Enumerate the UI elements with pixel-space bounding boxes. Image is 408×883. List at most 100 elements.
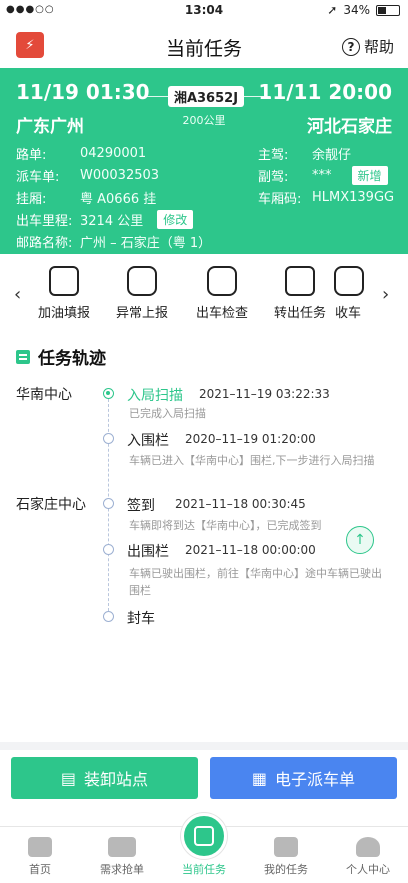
codriver-label: 副驾: (258, 170, 289, 185)
event-title: 出围栏 (127, 544, 169, 560)
nav-bar: ⚡ 当前任务 ? 帮助 (0, 22, 408, 68)
scroll-top-button[interactable]: ↑ (346, 526, 374, 554)
codriver-row: 副驾: *** 新增 (258, 166, 388, 185)
tab-label: 需求抢单 (100, 863, 144, 876)
transfer-task-button[interactable]: 转出任务 (264, 266, 336, 321)
truck-icon (108, 837, 136, 857)
exception-report-label: 异常上报 (115, 306, 168, 321)
grid-icon: ▦ (251, 768, 268, 788)
tasks-icon (274, 837, 298, 857)
event-time: 2020–11–19 01:20:00 (185, 432, 316, 446)
timeline-node-active (103, 388, 114, 399)
task-track-header: 任务轨迹 (16, 344, 106, 369)
edit-mileage-button[interactable]: 修改 (157, 210, 194, 229)
tab-current-task[interactable]: 当前任务 (164, 813, 244, 877)
route-no-row: 路单: 04290001 (16, 144, 146, 163)
help-icon: ? (341, 37, 360, 56)
receive-vehicle-label: 收车 (334, 306, 361, 321)
event-title: 入围栏 (127, 433, 169, 449)
help-button[interactable]: ? 帮助 (341, 36, 394, 57)
driver-label: 主驾: (258, 148, 289, 163)
home-icon (28, 837, 52, 857)
event-desc: 车辆已驶出围栏，前往【华南中心】途中车辆已驶出围栏 (129, 567, 382, 597)
codriver-value: *** (312, 168, 332, 183)
driver-row: 主驾: 余靓仔 (258, 144, 351, 163)
carriage-label: 车厢码: (258, 192, 302, 207)
truck-alert-icon (127, 266, 157, 296)
fuel-report-button[interactable]: 加油填报 (28, 266, 100, 321)
timeline-node (103, 498, 114, 509)
list-icon (16, 349, 30, 364)
vehicle-check-button[interactable]: 出车检查 (186, 266, 258, 321)
tab-profile[interactable]: 个人中心 (328, 837, 408, 877)
event-time: 2021–11–18 00:30:45 (175, 497, 306, 511)
tab-home[interactable]: 首页 (0, 837, 80, 877)
tab-label: 当前任务 (182, 863, 226, 876)
trailer-label: 挂厢: (16, 192, 47, 207)
timeline-node (103, 433, 114, 444)
event-desc: 已完成入局扫描 (129, 407, 206, 420)
tab-label: 首页 (29, 863, 51, 876)
exception-report-button[interactable]: 异常上报 (106, 266, 178, 321)
tab-label: 我的任务 (264, 863, 308, 876)
battery-icon (376, 4, 400, 16)
plate-badge: 湘A3652J (168, 86, 244, 107)
truck-icon (334, 266, 364, 296)
trailer-value: 粤 A0666 挂 (80, 192, 157, 207)
bus-icon (181, 813, 227, 859)
task-track-title: 任务轨迹 (38, 349, 106, 369)
dispatch-row: 派车单: W00032503 (16, 166, 159, 185)
task-track-section: 任务轨迹 华南中心 石家庄中心 入局扫描 2021–11–19 03:22:33… (0, 330, 408, 742)
hub-label: 石家庄中心 (16, 497, 86, 513)
action-bar: ‹ 加油填报 异常上报 出车检查 转出任务 收车 › (0, 254, 408, 330)
carriage-row: 车厢码: HLMX139GG (258, 188, 394, 207)
tab-grab-orders[interactable]: 需求抢单 (82, 837, 162, 877)
tab-label: 个人中心 (346, 863, 390, 876)
tab-my-tasks[interactable]: 我的任务 (246, 837, 326, 877)
receive-vehicle-button[interactable]: 收车 (330, 266, 366, 321)
fuel-report-label: 加油填报 (37, 306, 90, 321)
route-no-value: 04290001 (80, 146, 147, 161)
battery-percent: 34% (343, 3, 370, 17)
timeline-node (103, 544, 114, 555)
mail-route-row: 邮路名称: 广州 – 石家庄（粤 1） (16, 232, 211, 251)
arrow-up-icon: ↑ (354, 532, 366, 548)
loading-sites-label: 装卸站点 (84, 770, 149, 789)
transfer-icon (285, 266, 315, 296)
timeline-node (103, 611, 114, 622)
status-right: ➚ 34% (327, 3, 400, 17)
location-icon: ➚ (327, 3, 338, 17)
e-dispatch-label: 电子派车单 (275, 770, 356, 789)
route-no-label: 路单: (16, 148, 47, 163)
chevron-left-icon[interactable]: ‹ (14, 284, 21, 305)
event-time: 2021–11–18 00:00:00 (185, 543, 316, 557)
hub-label: 华南中心 (16, 387, 72, 403)
arrive-time: 11/11 20:00 (258, 80, 392, 104)
vehicle-check-label: 出车检查 (195, 306, 248, 321)
loading-sites-button[interactable]: ▤ 装卸站点 (11, 757, 198, 799)
dispatch-label: 派车单: (16, 170, 60, 185)
add-codriver-button[interactable]: 新增 (351, 166, 388, 185)
mail-route-label: 邮路名称: (16, 236, 73, 251)
mileage-row: 出车里程: 3214 公里 修改 (16, 210, 194, 229)
truck-check-icon (207, 266, 237, 296)
user-icon (356, 837, 380, 857)
chevron-right-icon[interactable]: › (382, 284, 389, 305)
route-line-left (146, 96, 168, 97)
mail-route-value: 广州 – 石家庄（粤 1） (80, 236, 212, 251)
transfer-task-label: 转出任务 (273, 306, 326, 321)
driver-value: 余靓仔 (312, 148, 352, 163)
trailer-row: 挂厢: 粤 A0666 挂 (16, 188, 156, 207)
route-card: 11/19 01:30 湘A3652J 11/11 20:00 200公里 广东… (0, 68, 408, 254)
event-title: 封车 (127, 611, 155, 627)
event-desc: 车辆已进入【华南中心】围栏,下一步进行入局扫描 (129, 454, 375, 467)
mileage-value: 3214 公里 (80, 214, 144, 229)
event-title: 入局扫描 (127, 388, 183, 404)
depart-time: 11/19 01:30 (16, 80, 150, 104)
fuel-icon (49, 266, 79, 296)
event-time: 2021–11–19 03:22:33 (199, 387, 330, 401)
e-dispatch-button[interactable]: ▦ 电子派车单 (210, 757, 397, 799)
tab-bar: 首页 需求抢单 当前任务 我的任务 个人中心 (0, 813, 408, 883)
book-icon: ▤ (60, 768, 77, 788)
mileage-label: 出车里程: (16, 214, 73, 229)
